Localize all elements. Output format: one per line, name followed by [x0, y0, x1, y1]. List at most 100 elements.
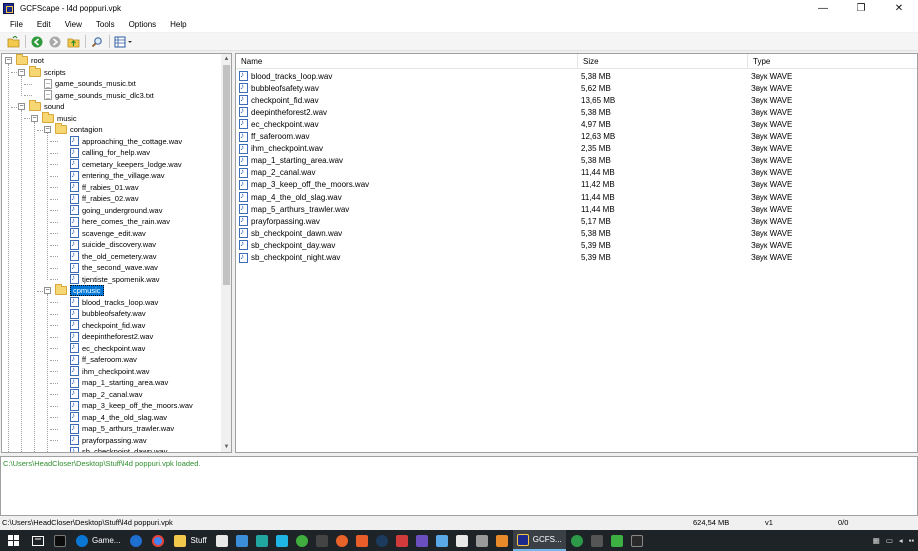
chrome-icon[interactable] — [148, 530, 168, 551]
taskbar-item-stuff[interactable]: Stuff — [170, 530, 210, 551]
tree-file[interactable]: checkpoint_fid.wav — [68, 319, 145, 331]
app-icon-cyan[interactable] — [273, 530, 291, 551]
tree-file[interactable]: deepintheforest2.wav — [68, 331, 153, 342]
minimize-button[interactable]: — — [804, 0, 842, 16]
terminal-icon[interactable] — [50, 530, 70, 551]
forward-icon[interactable] — [48, 35, 62, 49]
column-type[interactable]: Type — [748, 54, 917, 69]
up-folder-icon[interactable] — [66, 35, 80, 49]
tree-file[interactable]: game_sounds_music_dlc3.txt — [42, 90, 154, 101]
back-icon[interactable] — [30, 35, 44, 49]
list-row[interactable]: bubbleofsafety.wav 5,62 MB Звук WAVE — [236, 82, 917, 94]
tree-file[interactable]: map_1_starting_area.wav — [68, 377, 168, 388]
tray-network-icon[interactable]: ▦ — [873, 536, 880, 545]
app-icon-blue[interactable] — [233, 530, 251, 551]
app-icon-orange[interactable] — [353, 530, 371, 551]
tree-expander-icon[interactable]: − — [44, 126, 51, 133]
app-icon-green-dot[interactable] — [568, 530, 586, 551]
column-name[interactable]: Name — [236, 54, 578, 69]
app-icon-dark-3[interactable] — [628, 530, 646, 551]
tree-file[interactable]: the_second_wave.wav — [68, 262, 158, 273]
tree-scrollbar[interactable]: ▲ ▼ — [221, 54, 231, 452]
title-bar[interactable]: GCFScape - l4d poppuri.vpk — ❐ ✕ — [0, 0, 918, 16]
tree-file[interactable]: tjentiste_spomenik.wav — [68, 273, 160, 285]
list-row[interactable]: ihm_checkpoint.wav 2,35 MB Звук WAVE — [236, 143, 917, 155]
tree-file[interactable]: map_5_arthurs_trawler.wav — [68, 423, 174, 434]
list-row[interactable]: deepintheforest2.wav 5,38 MB Звук WAVE — [236, 106, 917, 118]
tree-file[interactable]: map_4_the_old_slag.wav — [68, 411, 167, 423]
app-icon-dark[interactable] — [313, 530, 331, 551]
firefox-icon[interactable] — [333, 530, 351, 551]
task-view-icon[interactable] — [28, 530, 48, 551]
list-row[interactable]: map_4_the_old_slag.wav 11,44 MB Звук WAVE — [236, 191, 917, 203]
tree-folder[interactable]: cpmusic — [55, 284, 104, 296]
view-mode-icon[interactable] — [114, 35, 134, 49]
taskbar-item-game[interactable]: Game... — [72, 530, 124, 551]
list-row[interactable]: prayforpassing.wav 5,17 MB Звук WAVE — [236, 215, 917, 227]
tree-file[interactable]: going_underground.wav — [68, 204, 162, 216]
file-list[interactable]: Name Size Type blood_tracks_loop.wav 5,38… — [235, 53, 918, 453]
tree-file[interactable]: prayforpassing.wav — [68, 434, 147, 446]
mail-icon[interactable] — [453, 530, 471, 551]
list-row[interactable]: blood_tracks_loop.wav 5,38 MB Звук WAVE — [236, 70, 917, 82]
store-icon[interactable] — [213, 530, 231, 551]
tray-keyboard-icon[interactable]: ▭ — [886, 536, 893, 545]
scroll-down-icon[interactable]: ▼ — [221, 442, 231, 452]
list-row[interactable]: ec_checkpoint.wav 4,97 MB Звук WAVE — [236, 118, 917, 130]
list-row[interactable]: map_2_canal.wav 11,44 MB Звук WAVE — [236, 167, 917, 179]
tree-file[interactable]: ihm_checkpoint.wav — [68, 365, 150, 377]
open-folder-icon[interactable] — [6, 35, 20, 49]
list-row[interactable]: map_1_starting_area.wav 5,38 MB Звук WAVE — [236, 155, 917, 167]
taskbar-item-gcfscape[interactable]: GCFS... — [512, 530, 566, 551]
app-icon-purple[interactable] — [413, 530, 431, 551]
tree-file[interactable]: cemetary_keepers_lodge.wav — [68, 158, 182, 170]
maximize-button[interactable]: ❐ — [842, 0, 880, 16]
folder-tree[interactable]: ▲ ▼ − root − scripts game_sounds_music.txt ga… — [1, 53, 232, 453]
list-row[interactable]: sb_checkpoint_night.wav 5,39 MB Звук WAVE — [236, 252, 917, 264]
app-icon-green-2[interactable] — [608, 530, 626, 551]
menu-file[interactable]: File — [0, 20, 30, 29]
tree-folder[interactable]: scripts — [29, 65, 66, 78]
scrollbar-thumb[interactable] — [223, 65, 230, 285]
tree-file[interactable]: the_old_cemetery.wav — [68, 250, 156, 262]
list-row[interactable]: map_3_keep_off_the_moors.wav 11,42 MB Звук… — [236, 179, 917, 191]
tree-file[interactable]: suicide_discovery.wav — [68, 239, 156, 250]
steam-icon[interactable] — [373, 530, 391, 551]
app-icon-dark-2[interactable] — [588, 530, 606, 551]
menu-tools[interactable]: Tools — [89, 20, 122, 29]
tree-file[interactable]: blood_tracks_loop.wav — [68, 296, 158, 308]
column-size[interactable]: Size — [578, 54, 748, 69]
tree-file[interactable]: map_2_canal.wav — [68, 388, 142, 400]
tree-file[interactable]: ff_rabies_01.wav — [68, 181, 139, 193]
scroll-up-icon[interactable]: ▲ — [221, 54, 231, 64]
internet-explorer-icon[interactable] — [126, 530, 146, 551]
tree-file[interactable]: entering_the_village.wav — [68, 170, 165, 181]
menu-view[interactable]: View — [58, 20, 89, 29]
tree-file[interactable]: bubbleofsafety.wav — [68, 308, 146, 319]
tree-file[interactable]: approaching_the_cottage.wav — [68, 135, 182, 147]
menu-edit[interactable]: Edit — [30, 20, 58, 29]
app-icon-green[interactable] — [293, 530, 311, 551]
menu-options[interactable]: Options — [122, 20, 164, 29]
app-icon-lightblue[interactable] — [433, 530, 451, 551]
app-icon-red[interactable] — [393, 530, 411, 551]
list-row[interactable]: map_5_arthurs_trawler.wav 11,44 MB Звук WA… — [236, 203, 917, 215]
tree-expander-icon[interactable]: − — [31, 114, 38, 122]
list-row[interactable]: checkpoint_fid.wav 13,65 MB Звук WAVE — [236, 94, 917, 106]
tree-file[interactable]: scavenge_edit.wav — [68, 227, 146, 239]
tree-folder[interactable]: music — [42, 111, 77, 124]
tree-expander-icon[interactable]: − — [44, 287, 51, 294]
tree-file[interactable]: ec_checkpoint.wav — [68, 342, 145, 354]
list-row[interactable]: ff_saferoom.wav 12,63 MB Звук WAVE — [236, 131, 917, 143]
list-row[interactable]: sb_checkpoint_dawn.wav 5,38 MB Звук WAVE — [236, 227, 917, 239]
tree-folder[interactable]: root — [16, 54, 44, 66]
app-icon-teal[interactable] — [253, 530, 271, 551]
tree-folder[interactable]: contagion — [55, 123, 103, 135]
tree-file[interactable]: calling_for_help.wav — [68, 147, 150, 158]
app-icon-grey[interactable] — [473, 530, 491, 551]
tree-expander-icon[interactable]: − — [18, 68, 25, 76]
tree-file[interactable]: game_sounds_music.txt — [42, 78, 136, 89]
find-icon[interactable] — [90, 35, 104, 49]
menu-help[interactable]: Help — [163, 20, 193, 29]
tray-clock-icon[interactable]: ▪▪ — [909, 536, 914, 545]
